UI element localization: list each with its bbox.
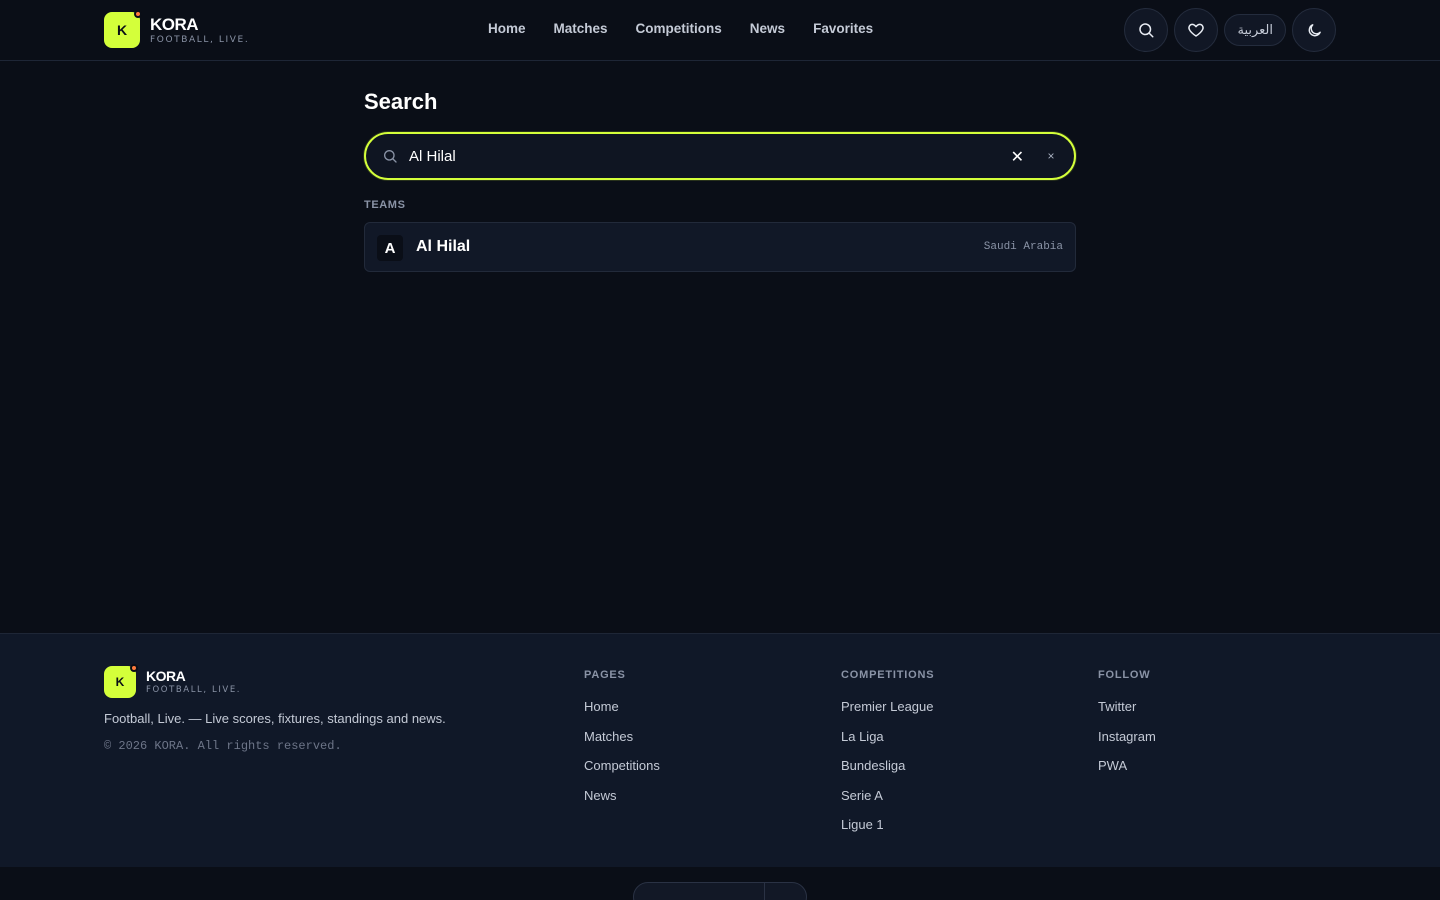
team-avatar: A (377, 235, 403, 261)
main-nav: Home Matches Competitions News Favorites (488, 21, 873, 36)
search-page: Search ✕ × TEAMS A Al Hilal Saudi Arabia (364, 61, 1076, 272)
footer-link-competitions[interactable]: Competitions (584, 758, 660, 774)
close-search-button[interactable]: × (1040, 145, 1062, 167)
footer-link-matches[interactable]: Matches (584, 729, 660, 745)
team-result[interactable]: A Al Hilal Saudi Arabia (364, 222, 1076, 272)
search-bar: ✕ × (364, 132, 1076, 180)
search-input[interactable] (409, 134, 989, 178)
footer-column-title: PAGES (584, 669, 626, 681)
footer-link-instagram[interactable]: Instagram (1098, 729, 1156, 745)
site-header: K KORA FOOTBALL, LIVE. Home Matches Comp… (0, 0, 1440, 61)
site-footer: K KORA FOOTBALL, LIVE. Football, Live. —… (0, 633, 1440, 867)
brand-tagline: FOOTBALL, LIVE. (150, 34, 250, 45)
footer-link-twitter[interactable]: Twitter (1098, 699, 1156, 715)
page-title: Search (364, 89, 438, 114)
theme-toggle[interactable] (1292, 8, 1336, 52)
search-icon (384, 150, 397, 163)
footer-link-la-liga[interactable]: La Liga (841, 729, 934, 745)
logo-letter: K (115, 675, 125, 689)
team-name: Al Hilal (416, 238, 471, 255)
clear-search-button[interactable]: ✕ (1011, 147, 1024, 167)
footer-link-ligue-1[interactable]: Ligue 1 (841, 817, 934, 833)
logo-badge: K (104, 10, 142, 48)
logo-letter: K (116, 22, 128, 38)
footer-link-pwa[interactable]: PWA (1098, 758, 1156, 774)
brand-logo[interactable]: K KORA FOOTBALL, LIVE. (104, 10, 250, 48)
footer-column-competitions: COMPETITIONS Premier League La Liga Bund… (841, 669, 934, 847)
moon-icon (1308, 23, 1321, 36)
nav-competitions[interactable]: Competitions (636, 21, 722, 36)
logo-dot (130, 664, 138, 672)
nav-favorites[interactable]: Favorites (813, 21, 873, 36)
logo-dot (134, 10, 142, 18)
footer-copyright: © 2026 KORA. All rights reserved. (104, 739, 342, 753)
language-toggle[interactable]: العربية (1224, 14, 1286, 46)
footer-link-bundesliga[interactable]: Bundesliga (841, 758, 934, 774)
logo-badge: K (104, 664, 138, 698)
footer-description: Football, Live. — Live scores, fixtures,… (104, 711, 446, 726)
header-actions: العربية (1124, 8, 1336, 52)
favorites-button[interactable] (1174, 8, 1219, 52)
nav-home[interactable]: Home (488, 21, 526, 36)
nav-news[interactable]: News (750, 21, 785, 36)
brand-name: KORA (146, 668, 186, 685)
brand-name: KORA (150, 14, 199, 34)
footer-column-title: COMPETITIONS (841, 669, 935, 681)
nav-matches[interactable]: Matches (554, 21, 608, 36)
team-country: Saudi Arabia (983, 241, 1063, 253)
footer-column-follow: FOLLOW Twitter Instagram PWA (1098, 669, 1156, 788)
footer-logo[interactable]: K KORA FOOTBALL, LIVE. (104, 664, 242, 698)
footer-column-title: FOLLOW (1098, 669, 1151, 681)
brand-tagline: FOOTBALL, LIVE. (146, 685, 242, 696)
search-button[interactable] (1124, 8, 1169, 52)
footer-link-home[interactable]: Home (584, 699, 660, 715)
footer-column-pages: PAGES Home Matches Competitions News (584, 669, 660, 817)
dock-divider (764, 883, 765, 900)
footer-link-premier-league[interactable]: Premier League (841, 699, 934, 715)
results-section-label: TEAMS (364, 199, 406, 211)
floating-dock[interactable] (633, 882, 807, 900)
footer-link-serie-a[interactable]: Serie A (841, 788, 934, 804)
search-icon (1139, 23, 1154, 38)
bottom-strip (0, 867, 1440, 900)
footer-link-news[interactable]: News (584, 788, 660, 804)
heart-icon (1188, 23, 1205, 37)
